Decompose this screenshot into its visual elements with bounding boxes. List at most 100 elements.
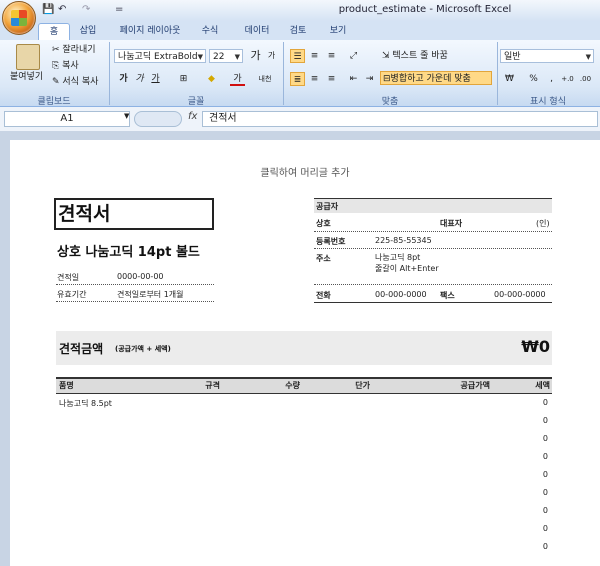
divider (314, 284, 552, 285)
col-supply-value: 공급가액 (460, 381, 490, 390)
name-box[interactable]: A1 (4, 111, 130, 127)
shrink-font-button[interactable]: 가 (264, 49, 279, 63)
col-unit-price: 단가 (355, 381, 370, 390)
supplier-title: 공급자 (316, 202, 339, 211)
tax-cell[interactable]: 0 (510, 434, 548, 443)
fax-value: 00-000-0000 (494, 290, 546, 299)
bold-button[interactable]: 가 (116, 72, 131, 86)
tax-cell[interactable]: 0 (510, 416, 548, 425)
decrease-decimal-button[interactable]: .00 (578, 72, 593, 86)
increase-indent-icon[interactable]: ⇥ (362, 72, 377, 86)
tax-cell[interactable]: 0 (510, 398, 548, 407)
tax-cell[interactable]: 0 (510, 452, 548, 461)
format-painter-button[interactable]: ✎ 서식 복사 (52, 75, 98, 89)
align-middle-icon[interactable]: ≡ (307, 49, 322, 63)
cut-button[interactable]: ✂ 잘라내기 (52, 43, 96, 57)
tax-cell[interactable]: 0 (510, 470, 548, 479)
copy-button[interactable]: ⎘ 복사 (52, 59, 79, 73)
tel-label: 전화 (316, 291, 331, 300)
tab-review[interactable]: 검토 (284, 23, 312, 39)
reg-number-value: 225-85-55345 (375, 236, 432, 245)
wrap-icon: ⇲ (382, 51, 393, 61)
tab-page-layout[interactable]: 페이지 레이아웃 (112, 23, 188, 39)
align-top-icon[interactable]: ☰ (290, 49, 305, 63)
divider (56, 301, 214, 302)
estimate-title: 견적서 (58, 203, 111, 225)
paste-button[interactable]: 붙여넣기 (10, 70, 43, 84)
align-bottom-icon[interactable]: ≡ (324, 49, 339, 63)
total-sublabel: (공급가액 + 세액) (115, 345, 171, 353)
fill-color-icon[interactable]: ◆ (204, 72, 219, 86)
increase-decimal-button[interactable]: +.0 (560, 72, 575, 86)
decrease-indent-icon[interactable]: ⇤ (346, 72, 361, 86)
orientation-icon[interactable]: ⤢ (346, 49, 361, 63)
phonetic-button[interactable]: 내천 (256, 72, 274, 86)
formula-input[interactable]: 견적서 (202, 111, 598, 127)
col-spec: 규격 (205, 381, 220, 390)
header-hint[interactable]: 클릭하여 머리글 추가 (10, 164, 600, 179)
comma-button[interactable]: , (544, 72, 559, 86)
representative-label: 대표자 (440, 219, 463, 228)
border-icon[interactable]: ⊞ (176, 72, 191, 86)
address-line-1: 나눔고딕 8pt (375, 253, 421, 262)
supplier-name-label: 상호 (316, 219, 331, 228)
tax-cell[interactable]: 0 (510, 506, 548, 515)
font-group-label: 글꼴 (187, 97, 205, 107)
tab-view[interactable]: 보기 (324, 23, 352, 39)
italic-button[interactable]: 가 (132, 72, 147, 86)
date-value: 0000-00-00 (117, 272, 164, 281)
paste-icon[interactable] (16, 44, 40, 70)
address-label: 주소 (316, 254, 331, 263)
address-line-2: 줄갈이 Alt+Enter (375, 264, 439, 273)
align-right-icon[interactable]: ≡ (324, 72, 339, 86)
valid-label: 유효기간 (57, 290, 87, 299)
tab-data[interactable]: 데이터 (238, 23, 276, 39)
align-left-icon[interactable]: ≣ (290, 72, 305, 86)
number-format-combo[interactable]: 일반 ▼ (500, 49, 594, 63)
window-title: product_estimate - Microsoft Excel (338, 4, 512, 15)
tax-cell[interactable]: 0 (510, 488, 548, 497)
supplier-header-bg (314, 198, 552, 213)
divider (314, 302, 552, 303)
font-color-button[interactable]: 가 (230, 72, 245, 86)
tab-formulas[interactable]: 수식 (196, 23, 224, 39)
office-button[interactable] (2, 1, 36, 35)
merge-icon: ⊟ (383, 74, 391, 84)
item-name-cell[interactable]: 나눔고딕 8.5pt (59, 398, 112, 409)
underline-button[interactable]: 가 (148, 72, 163, 86)
total-amount: ₩0 (521, 337, 550, 356)
number-group-label: 표시 형식 (530, 97, 566, 107)
formula-splitter[interactable] (134, 111, 182, 127)
office-logo-icon (11, 10, 27, 26)
tab-home[interactable]: 홈 (38, 23, 70, 40)
tab-insert[interactable]: 삽입 (74, 23, 102, 39)
brush-icon: ✎ (52, 77, 63, 87)
currency-button[interactable]: ₩ (502, 72, 517, 86)
tax-cell[interactable]: 0 (510, 524, 548, 533)
col-qty: 수량 (285, 381, 300, 390)
align-center-icon[interactable]: ≡ (307, 72, 322, 86)
chevron-down-icon[interactable]: ▼ (124, 112, 129, 120)
tax-cell[interactable]: 0 (510, 542, 548, 551)
company-name: 상호 나눔고딕 14pt 볼드 (57, 245, 200, 260)
merge-center-button[interactable]: ⊟병합하고 가운데 맞춤 (380, 71, 492, 85)
chevron-down-icon: ▼ (197, 53, 203, 61)
chevron-down-icon: ▼ (234, 53, 240, 61)
percent-button[interactable]: % (526, 72, 541, 86)
fx-icon[interactable]: fx (188, 111, 197, 122)
grow-font-button[interactable]: 가 (248, 49, 263, 63)
seal-mark: (인) (536, 219, 550, 228)
valid-value: 견적일로부터 1개월 (117, 290, 184, 299)
total-label: 견적금액 (59, 342, 104, 356)
worksheet-page[interactable]: 클릭하여 머리글 추가 견적서 상호 나눔고딕 14pt 볼드 견적일 0000… (10, 140, 600, 566)
divider (314, 231, 552, 232)
divider (56, 284, 214, 285)
copy-icon: ⎘ (52, 61, 63, 71)
font-size-combo[interactable]: 22 ▼ (209, 49, 243, 63)
fax-label: 팩스 (440, 291, 455, 300)
divider (314, 248, 552, 249)
font-name-combo[interactable]: 나눔고딕 ExtraBold ▼ (114, 49, 206, 63)
wrap-text-button[interactable]: ⇲ 텍스트 줄 바꿈 (382, 49, 448, 63)
reg-number-label: 등록번호 (316, 237, 346, 246)
scissors-icon: ✂ (52, 45, 63, 55)
